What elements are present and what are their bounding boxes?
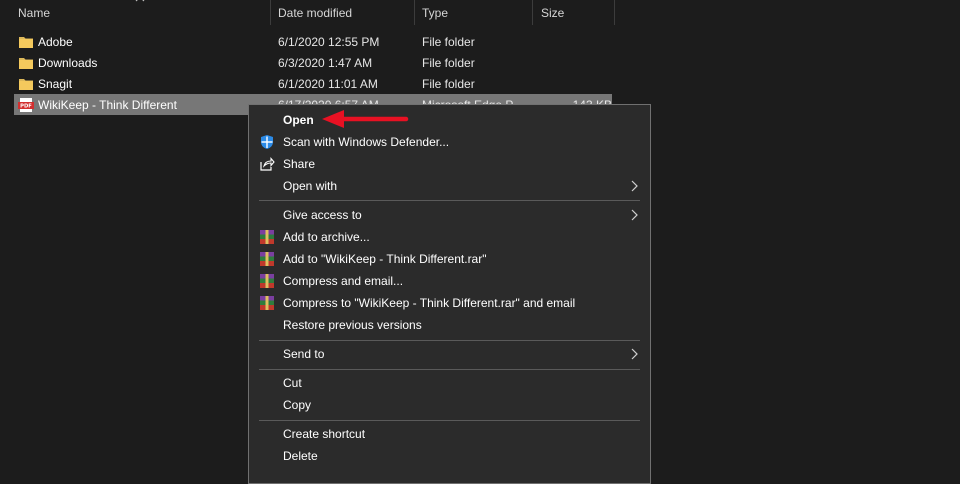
- menu-item-label: Restore previous versions: [283, 318, 422, 332]
- menu-item-label: Open with: [283, 179, 338, 193]
- menu-item-open-with[interactable]: Open with: [249, 175, 650, 197]
- menu-item-label: Scan with Windows Defender...: [283, 135, 450, 149]
- menu-separator: [259, 200, 640, 201]
- folder-icon: [19, 79, 33, 90]
- menu-item-open[interactable]: Open: [249, 109, 650, 131]
- menu-item-scan-defender[interactable]: Scan with Windows Defender...: [249, 131, 650, 153]
- file-type: File folder: [422, 35, 475, 49]
- menu-item-create-shortcut[interactable]: Create shortcut: [249, 423, 650, 445]
- file-size: [540, 52, 612, 73]
- menu-item-label: Delete: [283, 449, 318, 463]
- menu-item-label: Add to "WikiKeep - Think Different.rar": [283, 252, 487, 266]
- column-divider[interactable]: [270, 0, 271, 25]
- menu-item-restore-versions[interactable]: Restore previous versions: [249, 314, 650, 336]
- menu-item-label: Cut: [283, 376, 302, 390]
- menu-separator: [259, 340, 640, 341]
- menu-item-share[interactable]: Share: [249, 153, 650, 175]
- winrar-icon: [260, 274, 274, 288]
- menu-separator: [259, 420, 640, 421]
- file-type: File folder: [422, 56, 475, 70]
- menu-item-add-to-rar[interactable]: Add to "WikiKeep - Think Different.rar": [249, 248, 650, 270]
- menu-item-label: Create shortcut: [283, 427, 366, 441]
- file-size: [540, 31, 612, 52]
- menu-item-compress-rar-email[interactable]: Compress to "WikiKeep - Think Different.…: [249, 292, 650, 314]
- file-row-downloads[interactable]: Downloads 6/3/2020 1:47 AM File folder: [14, 52, 612, 73]
- menu-item-label: Send to: [283, 347, 325, 361]
- file-date: 6/1/2020 12:55 PM: [278, 35, 380, 49]
- pdf-icon: PDF: [18, 98, 34, 112]
- chevron-right-icon: [631, 348, 638, 360]
- file-date: 6/3/2020 1:47 AM: [278, 56, 373, 70]
- file-name: Snagit: [38, 77, 73, 91]
- column-size[interactable]: Size: [535, 0, 613, 25]
- column-divider[interactable]: [614, 0, 615, 25]
- winrar-icon: [260, 252, 274, 266]
- folder-icon: [19, 37, 33, 48]
- winrar-icon: [260, 296, 274, 310]
- menu-item-delete[interactable]: Delete: [249, 445, 650, 467]
- share-icon: [260, 157, 275, 171]
- windows-defender-icon: [261, 135, 273, 149]
- menu-item-cut[interactable]: Cut: [249, 372, 650, 394]
- annotation-arrow-icon: [322, 110, 409, 128]
- menu-item-label: Add to archive...: [283, 230, 370, 244]
- menu-item-compress-email[interactable]: Compress and email...: [249, 270, 650, 292]
- chevron-right-icon: [631, 209, 638, 221]
- menu-separator: [259, 369, 640, 370]
- column-header: Name Date modified Type Size: [0, 0, 960, 25]
- winrar-icon: [260, 230, 274, 244]
- folder-icon: [19, 58, 33, 69]
- context-menu: Open Scan with Windows Defender... Share…: [248, 104, 651, 484]
- column-divider[interactable]: [532, 0, 533, 25]
- menu-item-copy[interactable]: Copy: [249, 394, 650, 416]
- file-date: 6/1/2020 11:01 AM: [278, 77, 378, 91]
- file-size: [540, 73, 612, 94]
- menu-item-label: Open: [283, 113, 314, 127]
- menu-item-label: Copy: [283, 398, 312, 412]
- file-row-adobe[interactable]: Adobe 6/1/2020 12:55 PM File folder: [14, 31, 612, 52]
- menu-item-label: Compress and email...: [283, 274, 404, 288]
- menu-item-add-to-archive[interactable]: Add to archive...: [249, 226, 650, 248]
- menu-item-label: Give access to: [283, 208, 362, 222]
- menu-item-give-access[interactable]: Give access to: [249, 204, 650, 226]
- file-name: Adobe: [38, 35, 73, 49]
- chevron-right-icon: [631, 180, 638, 192]
- file-name: Downloads: [38, 56, 98, 70]
- column-type[interactable]: Type: [416, 0, 532, 25]
- file-row-snagit[interactable]: Snagit 6/1/2020 11:01 AM File folder: [14, 73, 612, 94]
- svg-text:PDF: PDF: [20, 104, 32, 110]
- file-name: WikiKeep - Think Different: [38, 98, 177, 112]
- column-name[interactable]: Name: [12, 0, 270, 25]
- file-type: File folder: [422, 77, 475, 91]
- menu-item-label: Share: [283, 157, 316, 171]
- column-divider[interactable]: [414, 0, 415, 25]
- column-date-modified[interactable]: Date modified: [272, 0, 414, 25]
- menu-item-send-to[interactable]: Send to: [249, 343, 650, 365]
- menu-item-label: Compress to "WikiKeep - Think Different.…: [283, 296, 576, 310]
